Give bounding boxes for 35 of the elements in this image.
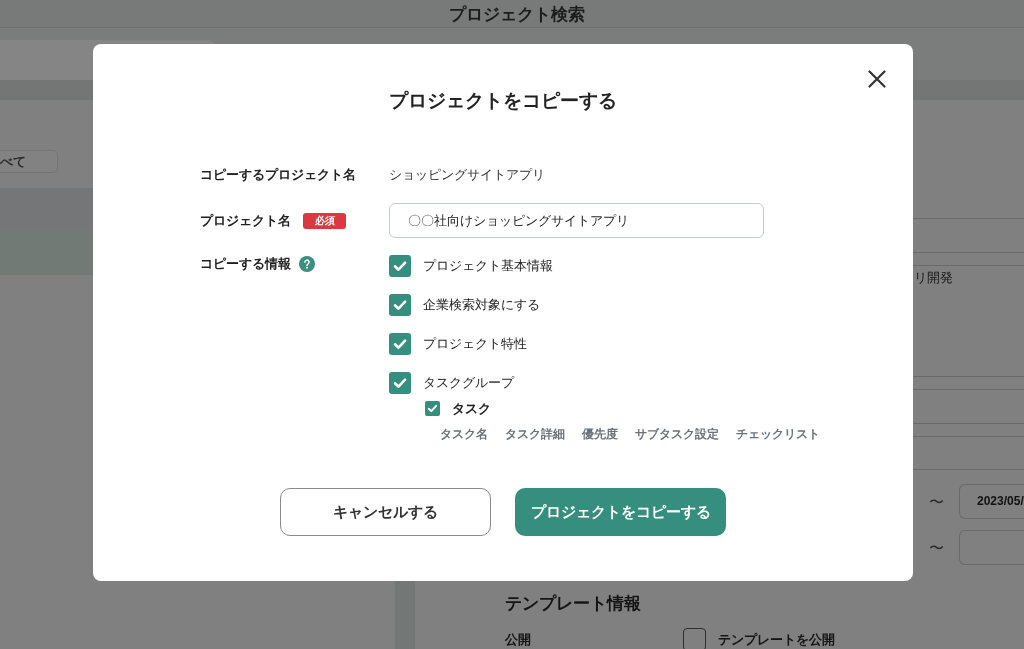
checkbox-label: タスクグループ (423, 374, 514, 392)
field-label: コピーする情報 (200, 255, 291, 273)
included-field-text: サブタスク設定 (635, 426, 719, 443)
filter-button[interactable]: べて (0, 150, 58, 173)
checkbox[interactable] (389, 294, 411, 316)
checkbox[interactable] (425, 401, 440, 416)
copy-project-button[interactable]: プロジェクトをコピーする (515, 488, 726, 536)
included-field-text: 優先度 (582, 426, 618, 443)
field-label: プロジェクト名 (200, 211, 291, 230)
checkbox-label: テンプレートを公開 (718, 630, 835, 649)
range-separator: 〜 (929, 491, 945, 512)
checkbox[interactable] (389, 333, 411, 355)
section-heading: テンプレート情報 (505, 592, 641, 614)
checkbox[interactable] (389, 372, 411, 394)
required-badge: 必須 (303, 212, 346, 229)
cancel-button[interactable]: キャンセルする (280, 488, 491, 536)
date-field[interactable]: 2023/05/ (959, 484, 1024, 519)
included-field-text: タスク詳細 (505, 426, 565, 443)
dialog-title: プロジェクトをコピーする (389, 90, 617, 112)
included-field-text: チェックリスト (736, 426, 820, 443)
field-label: 公開 (505, 630, 532, 649)
project-name-input[interactable]: 〇〇社向けショッピングサイトアプリ (389, 203, 764, 238)
help-icon[interactable] (299, 256, 315, 272)
checkbox[interactable] (389, 255, 411, 277)
field-value: ショッピングサイトアプリ (389, 166, 545, 184)
checkbox-label: プロジェクト基本情報 (423, 257, 553, 275)
checkbox-label: 企業検索対象にする (423, 296, 540, 314)
included-field-text: タスク名 (440, 426, 488, 443)
checkbox-label: タスク (452, 399, 491, 418)
close-icon[interactable] (868, 70, 886, 88)
page-title: プロジェクト検索 (449, 2, 585, 25)
checkbox[interactable] (683, 628, 706, 649)
field-label: コピーするプロジェクト名 (200, 166, 357, 184)
checkbox-label: プロジェクト特性 (423, 335, 527, 353)
range-separator: 〜 (929, 537, 945, 558)
